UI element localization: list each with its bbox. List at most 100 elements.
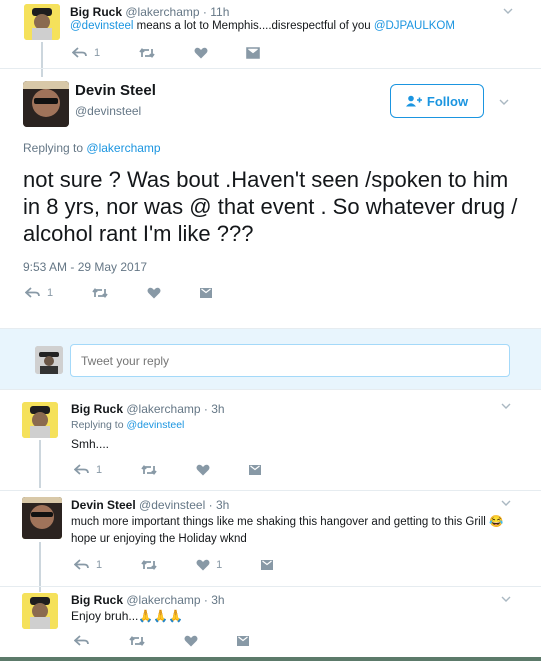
envelope-icon [237, 636, 249, 646]
thread-line [41, 42, 43, 77]
tweet-text: Enjoy bruh...🙏🙏🙏 [71, 609, 184, 623]
retweet-button[interactable] [138, 47, 156, 59]
avatar [35, 346, 63, 374]
like-button[interactable] [184, 635, 198, 647]
chevron-down-icon[interactable] [500, 497, 512, 509]
retweet-icon [129, 636, 145, 646]
tweet-time[interactable]: · 11h [203, 5, 229, 19]
reply-button[interactable]: 1 [74, 464, 102, 476]
like-button[interactable] [194, 47, 208, 59]
divider [0, 68, 541, 69]
avatar[interactable] [22, 593, 58, 629]
heart-icon [147, 287, 161, 299]
tweet-text: Smh.... [71, 437, 110, 451]
like-count: 1 [216, 559, 223, 571]
reply-button[interactable]: 1 [72, 47, 100, 59]
retweet-button[interactable] [91, 287, 109, 299]
author-handle[interactable]: @lakerchamp [126, 593, 200, 607]
mention-link[interactable]: @lakerchamp [86, 141, 160, 155]
tweet-header: Big Ruck @lakerchamp · 3h [71, 402, 225, 416]
dm-button[interactable] [260, 559, 274, 571]
heart-icon [194, 47, 208, 59]
author-name[interactable]: Devin Steel [71, 498, 136, 512]
tweet-text: much more important things like me shaki… [71, 516, 504, 545]
tweet-actions: 1 1 [74, 559, 312, 571]
retweet-button[interactable] [140, 559, 158, 571]
reply-icon [74, 464, 89, 475]
follow-button[interactable]: Follow [390, 84, 484, 118]
bottom-bar [0, 657, 541, 661]
like-button[interactable]: 1 [196, 559, 222, 571]
retweet-button[interactable] [140, 464, 158, 476]
avatar[interactable] [22, 402, 58, 438]
tweet-text: @devinsteel means a lot to Memphis....di… [70, 20, 455, 32]
like-button[interactable] [196, 464, 210, 476]
reply-icon [25, 287, 40, 298]
tweet-body: means a lot to Memphis....disrespectful … [136, 20, 371, 32]
add-user-icon [405, 95, 422, 107]
divider [0, 586, 541, 587]
author-handle[interactable]: @lakerchamp [126, 402, 200, 416]
retweet-button[interactable] [128, 635, 146, 647]
tweet-text: not sure ? Was bout .Haven't seen /spoke… [23, 167, 518, 246]
envelope-icon [249, 465, 262, 475]
retweet-icon [92, 288, 108, 298]
dm-button[interactable] [236, 635, 250, 647]
chevron-down-icon[interactable] [500, 593, 512, 605]
tweet-time[interactable]: · 3h [209, 498, 230, 512]
avatar[interactable] [23, 81, 69, 127]
chevron-down-icon[interactable] [498, 96, 510, 108]
envelope-icon [246, 47, 260, 59]
avatar[interactable] [22, 497, 62, 539]
replying-to: Replying to @devinsteel [71, 419, 185, 431]
retweet-icon [141, 560, 157, 570]
author-name[interactable]: Big Ruck [71, 593, 123, 607]
reply-button[interactable] [74, 635, 90, 647]
author-handle[interactable]: @devinsteel [75, 104, 141, 118]
tweet-actions [74, 635, 288, 647]
dm-button[interactable] [248, 464, 262, 476]
reply-count: 1 [96, 464, 103, 476]
reply-button[interactable]: 1 [74, 559, 102, 571]
reply-count: 1 [96, 559, 103, 571]
reply-count: 1 [47, 287, 54, 299]
reply-icon [74, 635, 89, 646]
heart-icon [196, 464, 210, 476]
tweet-actions: 1 [25, 287, 251, 299]
chevron-down-icon[interactable] [502, 5, 514, 17]
envelope-icon [261, 560, 274, 570]
reply-composer [0, 328, 541, 390]
heart-icon [196, 559, 210, 571]
tweet-timestamp[interactable]: 9:53 AM - 29 May 2017 [23, 260, 147, 274]
reply-icon [72, 47, 87, 58]
mention-link[interactable]: @devinsteel [126, 419, 184, 431]
tweet-header: Devin Steel @devinsteel · 3h [71, 498, 229, 512]
dm-button[interactable] [199, 287, 213, 299]
dm-button[interactable] [246, 47, 260, 59]
envelope-icon [200, 288, 213, 298]
mention-link[interactable]: @devinsteel [70, 20, 133, 32]
reply-button[interactable]: 1 [25, 287, 53, 299]
like-button[interactable] [147, 287, 161, 299]
tweet-actions: 1 [72, 47, 298, 59]
avatar[interactable] [24, 4, 60, 40]
chevron-down-icon[interactable] [500, 400, 512, 412]
thread-line [39, 440, 41, 488]
tweet-time[interactable]: · 3h [204, 593, 225, 607]
author-name[interactable]: Big Ruck [70, 5, 122, 19]
divider [0, 490, 541, 491]
replying-to: Replying to @lakerchamp [23, 141, 161, 155]
retweet-icon [139, 48, 155, 58]
mention-link[interactable]: @DJPAULKOM [374, 20, 455, 32]
tweet-actions: 1 [74, 464, 300, 476]
author-handle[interactable]: @lakerchamp [125, 5, 199, 19]
follow-label: Follow [426, 93, 469, 109]
author-name[interactable]: Devin Steel [75, 82, 156, 99]
reply-input[interactable] [70, 344, 510, 377]
heart-icon [184, 635, 198, 647]
author-handle[interactable]: @devinsteel [139, 498, 205, 512]
reply-count: 1 [94, 47, 101, 59]
author-name[interactable]: Big Ruck [71, 402, 123, 416]
tweet-time[interactable]: · 3h [204, 402, 225, 416]
tweet-header: Big Ruck @lakerchamp · 3h [71, 593, 225, 607]
